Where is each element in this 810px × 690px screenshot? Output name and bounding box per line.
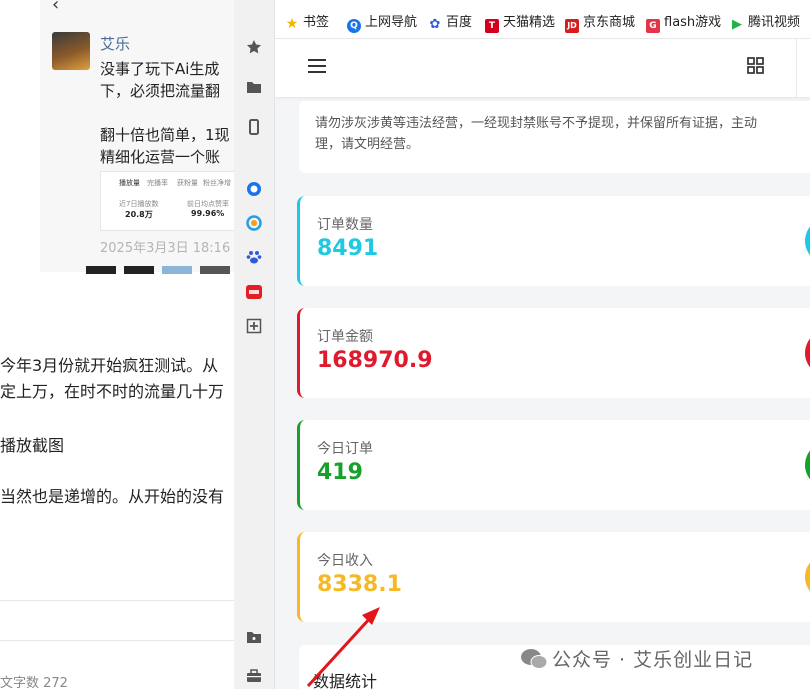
thumbnail-strip — [200, 266, 230, 274]
bookmark-label: flash游戏 — [664, 15, 722, 30]
stat-circle-icon — [805, 330, 810, 376]
menu-icon[interactable] — [308, 58, 326, 74]
admin-dashboard: 请勿涉灰涉黄等违法经营，一经现封禁账号不予提现，并保留所有证据，主动 理，请文明… — [275, 39, 810, 689]
notice-text-line: 理，请文明经营。 — [315, 137, 420, 152]
thumb-label: 前日均点赞率 — [187, 200, 229, 208]
article-text-line: 定上万，在时不时的流量几十万 — [0, 382, 225, 401]
bookmark-label: 天猫精选 — [503, 15, 556, 30]
tencent-video-icon: ▶ — [732, 17, 742, 32]
bookmark-label: 百度 — [446, 15, 473, 30]
post-author[interactable]: 艾乐 — [100, 33, 130, 54]
stat-card-order-count[interactable]: 订单数量 8491 — [297, 196, 810, 286]
add-app-icon[interactable] — [246, 318, 262, 334]
article-text-line: 今年3月份就开始疯狂测试。从 — [0, 356, 219, 375]
bookmark-label: 上网导航 — [365, 15, 418, 30]
stat-value: 8338.1 — [317, 572, 402, 597]
stat-label: 订单金额 — [317, 329, 373, 345]
thumb-label: 粉丝净增 — [203, 179, 231, 187]
star-icon: ★ — [285, 16, 299, 32]
watermark: 公众号 · 艾乐创业日记 — [520, 645, 753, 672]
thumbnail-strip — [124, 266, 154, 274]
stat-circle-icon — [805, 554, 810, 600]
thumb-label: 完播率 — [147, 179, 168, 187]
stat-card-today-orders[interactable]: 今日订单 419 — [297, 420, 810, 510]
tmall-icon: T — [485, 19, 499, 33]
word-count: 文字数 272 — [0, 676, 68, 689]
bookmark-item[interactable]: T 天猫精选 — [485, 11, 555, 33]
thumb-label: 近7日播放数 — [119, 200, 159, 208]
post-text-line: 没事了玩下Ai生成 — [100, 60, 220, 78]
article-text-line: 当然也是递增的。从开始的没有 — [0, 487, 225, 506]
back-arrow-icon[interactable]: ‹ — [52, 0, 59, 15]
toolbox-icon[interactable] — [246, 668, 262, 684]
mobile-icon[interactable] — [246, 119, 262, 135]
stat-label: 订单数量 — [317, 217, 373, 233]
thumbnail-strip — [162, 266, 192, 274]
bookmark-label: 腾讯视频 — [748, 15, 801, 30]
stat-value: 168970.9 — [317, 348, 433, 373]
bookmark-folder[interactable]: ★ 书签 — [285, 11, 329, 31]
stat-circle-icon — [805, 218, 810, 264]
bookmark-item[interactable]: JD 京东商城 — [565, 11, 635, 33]
bookmark-item[interactable]: ✿ 百度 — [428, 11, 472, 32]
divider — [796, 39, 797, 97]
notice-banner: 请勿涉灰涉黄等违法经营，一经现封禁账号不予提现，并保留所有证据，主动 理，请文明… — [299, 101, 810, 173]
favorites-star-icon[interactable] — [246, 39, 262, 55]
stat-label: 今日订单 — [317, 441, 373, 457]
wechat-icon — [521, 649, 548, 669]
divider — [0, 640, 234, 641]
jd-icon: JD — [565, 19, 579, 33]
bookmark-label: 书签 — [303, 15, 330, 30]
watermark-text: 公众号 · 艾乐创业日记 — [552, 649, 754, 671]
stat-value: 419 — [317, 460, 363, 485]
notice-text-line: 请勿涉灰涉黄等违法经营，一经现封禁账号不予提现，并保留所有证据，主动 — [315, 116, 758, 131]
bookmarks-bar: ★ 书签 Q 上网导航 ✿ 百度 T 天猫精选 JD 京东商城 Gflash游戏 ▶ 腾讯视… — [275, 0, 810, 39]
qq-browser-icon[interactable] — [246, 181, 262, 197]
stat-circle-icon — [805, 442, 810, 488]
downloads-folder-icon[interactable] — [246, 629, 262, 645]
stat-label: 今日收入 — [317, 553, 373, 569]
thumbnail-strip — [86, 266, 116, 274]
browser-sidebar — [234, 0, 275, 689]
grid-apps-icon[interactable] — [747, 57, 764, 74]
bookmark-item[interactable]: ▶ 腾讯视频 — [730, 11, 800, 32]
folder-icon[interactable] — [246, 79, 262, 95]
thumb-label: 获粉量 — [177, 179, 198, 187]
red-app-icon[interactable] — [246, 284, 262, 300]
avatar[interactable] — [52, 32, 90, 70]
flash-game-icon: G — [646, 19, 660, 33]
thumb-value: 20.8万 — [125, 210, 153, 219]
post-image-thumbnail[interactable]: 播放量 完播率 获粉量 粉丝净增 近7日播放数 20.8万 前日均点赞率 99.… — [100, 171, 234, 231]
annotation-arrow-icon — [306, 607, 380, 688]
post-text-line: 精细化运营一个账 — [100, 148, 221, 166]
bookmark-item[interactable]: Q 上网导航 — [347, 11, 417, 33]
stat-value: 8491 — [317, 236, 379, 261]
stat-card-order-amount[interactable]: 订单金额 168970.9 — [297, 308, 810, 398]
colorful-app-icon[interactable] — [246, 215, 262, 231]
post-date: 2025年3月3日 18:16 — [100, 241, 231, 256]
bookmark-label: 京东商城 — [583, 15, 636, 30]
shangwang-icon: Q — [347, 19, 361, 33]
post-text-line: 翻十倍也简单，1现 — [100, 126, 230, 144]
divider — [0, 600, 234, 601]
article-pane: ‹ 艾乐 没事了玩下Ai生成 下，必须把流量翻 翻十倍也简单，1现 精细化运营一… — [0, 0, 234, 689]
thumb-value: 99.96% — [191, 209, 225, 218]
baidu-paw-icon: ✿ — [429, 17, 441, 32]
baidu-paw-icon[interactable] — [246, 249, 262, 265]
top-navbar — [275, 39, 810, 97]
post-text-line: 下，必须把流量翻 — [100, 82, 221, 100]
article-text-line: 播放截图 — [0, 436, 65, 455]
bookmark-item[interactable]: Gflash游戏 — [646, 11, 721, 33]
thumb-label: 播放量 — [119, 179, 140, 187]
